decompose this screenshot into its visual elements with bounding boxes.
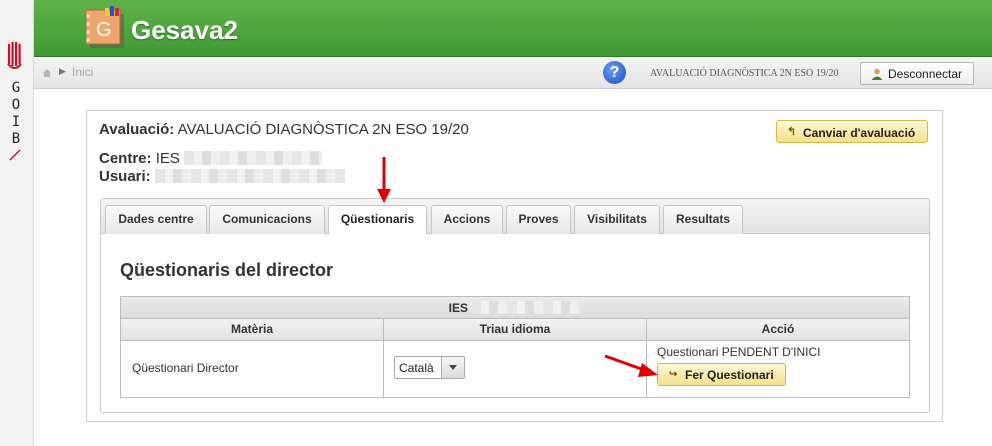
table-caption-text: IES bbox=[448, 301, 468, 315]
home-icon[interactable] bbox=[42, 68, 52, 78]
logout-button[interactable]: Desconnectar bbox=[860, 62, 974, 85]
goib-letter-b: B bbox=[11, 131, 21, 147]
main-panel: Avaluació: AVALUACIÓ DIAGNÒSTICA 2N ESO … bbox=[86, 110, 943, 422]
goib-logo-icon bbox=[7, 42, 22, 69]
header-accio: Acció bbox=[761, 322, 795, 336]
fer-questionari-button[interactable]: ↪ Fer Questionari bbox=[657, 363, 786, 386]
change-evaluation-label: Canviar d'avaluació bbox=[803, 126, 916, 140]
forward-arrow-icon: ↪ bbox=[669, 369, 678, 380]
tab-comunicacions[interactable]: Comunicacions bbox=[209, 205, 325, 234]
goib-letter-o: O bbox=[11, 97, 21, 113]
goib-sidebar: G O I B bbox=[0, 0, 34, 446]
tab-resultats[interactable]: Resultats bbox=[663, 205, 743, 234]
caption-redacted bbox=[471, 301, 582, 314]
table-header-row: Matèria Triau idioma Acció bbox=[121, 319, 909, 341]
language-select[interactable]: Català bbox=[394, 356, 465, 379]
help-icon[interactable]: ? bbox=[603, 61, 626, 84]
chevron-down-icon bbox=[449, 365, 457, 370]
status-text: Questionari PENDENT D'INICI bbox=[657, 345, 821, 359]
user-icon bbox=[871, 68, 883, 80]
usuari-redacted bbox=[154, 169, 345, 183]
change-evaluation-button[interactable]: ↰ Canviar d'avaluació bbox=[776, 120, 928, 143]
current-evaluation-name: AVALUACIÓ DIAGNÒSTICA 2N ESO 19/20 bbox=[650, 68, 839, 79]
evaluation-label: Avaluació: bbox=[99, 121, 175, 138]
header-triau-idioma: Triau idioma bbox=[384, 319, 647, 340]
header-materia: Matèria bbox=[121, 319, 384, 340]
usuari-line: Usuari: bbox=[99, 168, 345, 185]
subject-text: Qüestionari Director bbox=[132, 361, 239, 375]
tab-visibilitats[interactable]: Visibilitats bbox=[574, 205, 660, 234]
questionnaire-table: IES Matèria Triau idioma Acció Qüestiona… bbox=[120, 296, 910, 398]
tab-proves[interactable]: Proves bbox=[506, 205, 571, 234]
tab-accions[interactable]: Accions bbox=[431, 205, 503, 234]
cell-action: Questionari PENDENT D'INICI ↪ Fer Questi… bbox=[647, 341, 909, 397]
centre-redacted bbox=[184, 151, 323, 165]
toolbar: ▶ Inici ? AVALUACIÓ DIAGNÒSTICA 2N ESO 1… bbox=[34, 57, 992, 89]
centre-line: Centre: IES bbox=[99, 150, 323, 167]
goib-slash-icon bbox=[9, 149, 21, 161]
app-title: Gesava2 bbox=[131, 15, 238, 45]
table-caption: IES bbox=[121, 297, 909, 319]
goib-letter-g: G bbox=[11, 80, 21, 96]
app-header: G Gesava2 bbox=[34, 0, 992, 57]
annotation-arrow-right bbox=[604, 354, 658, 377]
logout-label: Desconnectar bbox=[888, 67, 963, 81]
usuari-label: Usuari: bbox=[99, 168, 151, 185]
return-arrow-icon: ↰ bbox=[787, 126, 797, 138]
breadcrumb-inici[interactable]: Inici bbox=[72, 65, 93, 79]
breadcrumb-chevron-icon: ▶ bbox=[59, 66, 66, 76]
language-value: Català bbox=[399, 361, 434, 375]
tabs-container: Dades centre Comunicacions Qüestionaris … bbox=[100, 198, 930, 413]
tab-questionaris[interactable]: Qüestionaris bbox=[328, 205, 427, 235]
evaluation-value: AVALUACIÓ DIAGNÒSTICA 2N ESO 19/20 bbox=[177, 121, 469, 138]
centre-value: IES bbox=[155, 150, 180, 167]
app-icon-letter: G bbox=[96, 19, 112, 41]
evaluation-line: Avaluació: AVALUACIÓ DIAGNÒSTICA 2N ESO … bbox=[99, 121, 469, 138]
select-arrow[interactable] bbox=[441, 357, 464, 378]
section-title: Qüestionaris del director bbox=[120, 260, 334, 280]
table-row: Qüestionari Director Català Questionari … bbox=[121, 341, 909, 397]
centre-label: Centre: bbox=[99, 150, 152, 167]
cell-subject: Qüestionari Director bbox=[121, 341, 384, 397]
fer-questionari-label: Fer Questionari bbox=[685, 368, 774, 382]
tab-bar: Dades centre Comunicacions Qüestionaris … bbox=[101, 199, 929, 235]
goib-letter-i: I bbox=[11, 114, 21, 130]
tab-dades-centre[interactable]: Dades centre bbox=[105, 205, 207, 234]
gesava-logo-icon: G bbox=[85, 6, 124, 48]
annotation-arrow-down bbox=[377, 157, 391, 203]
